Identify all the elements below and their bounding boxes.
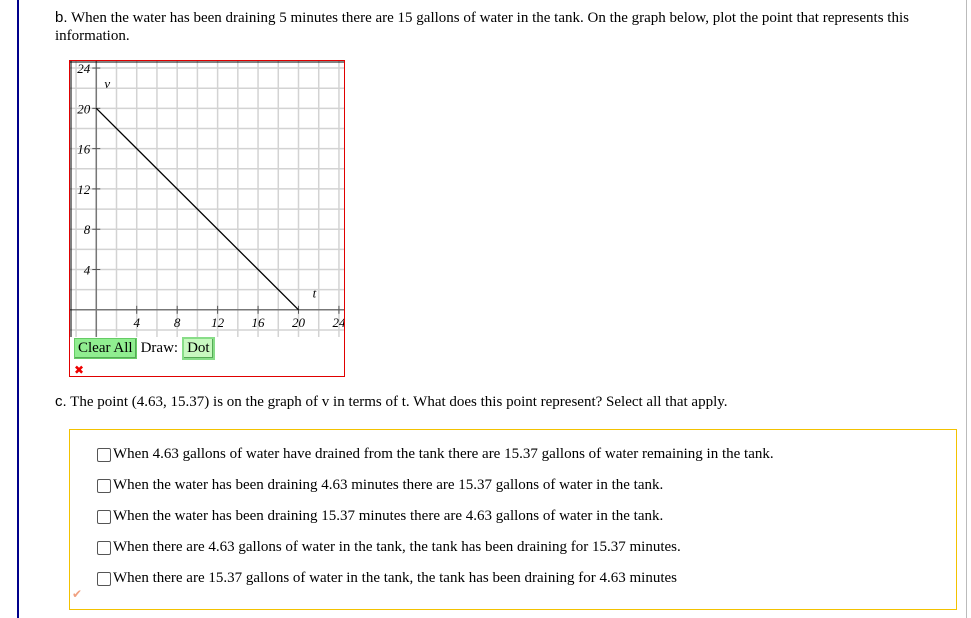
right-border <box>966 0 967 618</box>
option-text: When there are 4.63 gallons of water in … <box>113 539 681 555</box>
option-text: When the water has been draining 4.63 mi… <box>113 477 664 493</box>
part-label: c. <box>55 393 67 410</box>
y-tick-label: 16 <box>77 142 91 157</box>
clear-all-button[interactable]: Clear All <box>74 338 137 359</box>
option-5[interactable]: When there are 15.37 gallons of water in… <box>97 570 677 587</box>
option-text: When there are 15.37 gallons of water in… <box>113 570 677 586</box>
checkbox[interactable] <box>97 447 111 462</box>
checkbox[interactable] <box>97 571 111 586</box>
graph-canvas[interactable]: 4 8 12 16 20 24 24 20 16 12 8 4 t v <box>70 61 344 337</box>
option-1[interactable]: When 4.63 gallons of water have drained … <box>97 446 774 463</box>
x-tick-label: 8 <box>174 315 181 330</box>
y-tick-label: 12 <box>77 182 91 197</box>
x-tick-label: 20 <box>292 315 306 330</box>
question-c: c. The point (4.63, 15.37) is on the gra… <box>55 393 728 411</box>
x-tick-label: 12 <box>211 315 225 330</box>
option-text: When 4.63 gallons of water have drained … <box>113 446 774 462</box>
left-border <box>17 0 19 618</box>
options-box: When 4.63 gallons of water have drained … <box>69 429 957 610</box>
checkmark-icon: ✔ <box>72 587 83 601</box>
draw-label: Draw: <box>140 340 179 356</box>
option-2[interactable]: When the water has been draining 4.63 mi… <box>97 477 663 494</box>
option-4[interactable]: When there are 4.63 gallons of water in … <box>97 539 681 556</box>
x-mark-icon: ✖ <box>74 363 85 377</box>
question-text: When the water has been draining 5 minut… <box>55 10 909 44</box>
option-3[interactable]: When the water has been draining 15.37 m… <box>97 508 663 525</box>
checkbox[interactable] <box>97 509 111 524</box>
option-text: When the water has been draining 15.37 m… <box>113 508 664 524</box>
y-axis-label: v <box>104 76 110 91</box>
question-b: b. When the water has been draining 5 mi… <box>55 9 945 45</box>
y-tick-label: 8 <box>84 222 91 237</box>
x-axis-label: t <box>313 286 317 301</box>
x-tick-label: 4 <box>133 315 140 330</box>
question-text: The point (4.63, 15.37) is on the graph … <box>70 394 728 410</box>
checkbox[interactable] <box>97 478 111 493</box>
y-tick-label: 24 <box>77 61 91 76</box>
graph-widget: 4 8 12 16 20 24 24 20 16 12 8 4 t v Clear All Draw: D… <box>69 60 345 377</box>
checkbox[interactable] <box>97 540 111 555</box>
y-tick-label: 4 <box>84 263 91 278</box>
x-tick-label: 24 <box>332 315 344 330</box>
x-tick-label: 16 <box>252 315 265 330</box>
part-label: b. <box>55 9 68 26</box>
dot-tool-button[interactable]: Dot <box>182 337 215 360</box>
y-tick-label: 20 <box>77 101 91 116</box>
